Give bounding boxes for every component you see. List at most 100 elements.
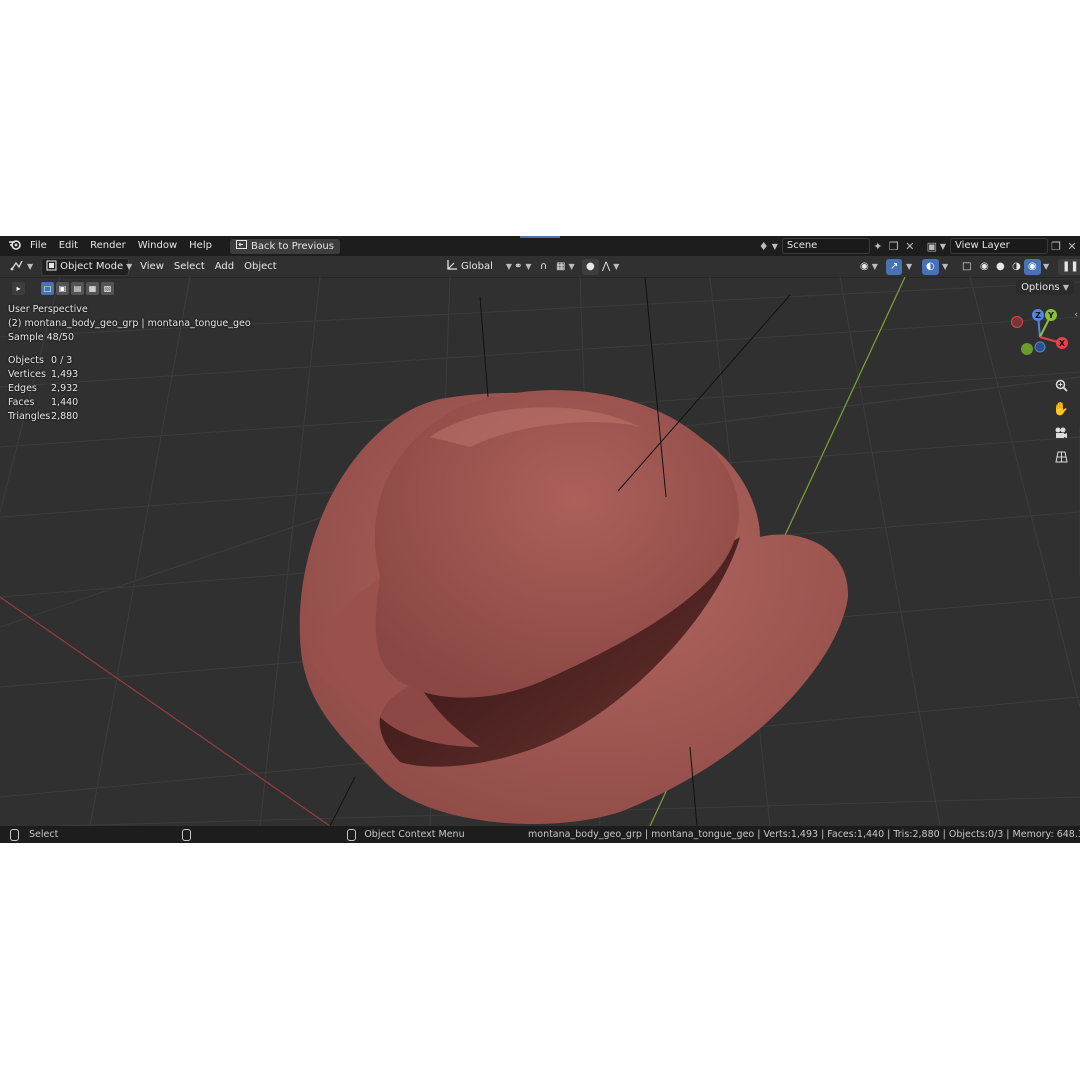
viewport-navigation: ✋ [1052,376,1070,466]
scene-icon[interactable]: ♦ [756,238,772,254]
copy-view-layer-icon[interactable]: ❐ [1048,238,1064,254]
stat-label: Faces [8,397,35,408]
back-icon [235,239,247,254]
menu-edit[interactable]: Edit [53,236,84,256]
blender-window: File Edit Render Window Help Back to Pre… [0,236,1080,843]
overlays-toggle[interactable]: ◐ [922,258,939,275]
snap-toggle[interactable]: ∩ [536,259,551,275]
x-axis-line [0,596,331,826]
pin-icon[interactable]: ✦ [870,238,886,254]
view-name: User Perspective [8,304,88,315]
solid-sphere-icon: ● [996,261,1005,272]
stat-value: 2,932 [51,383,79,394]
back-to-previous-label: Back to Previous [250,240,334,252]
mouse-middle-icon [182,828,192,841]
shading-solid-button[interactable]: ● [992,259,1009,275]
viewport-header: ▼ Object Mode ▼ View Select Add Object G… [0,256,1080,278]
rendered-sphere-icon: ◉ [1028,261,1037,272]
options-dropdown[interactable]: Options ▼ [1016,280,1074,295]
chevron-down-icon[interactable]: ▼ [942,262,948,271]
wireframe-sphere-icon: ◉ [980,261,989,272]
chevron-down-icon[interactable]: ▼ [1043,262,1049,271]
sidebar-toggle-icon[interactable]: ‹ [1074,310,1078,320]
navigation-gizmo[interactable]: Z Y X [1005,307,1075,367]
orientation-icon [446,259,458,274]
select-mode-subtract-icon[interactable]: ▤ [71,281,84,295]
shading-wireframe-button[interactable]: ◉ [976,259,993,275]
scene-field[interactable]: Scene [781,238,870,254]
menu-file[interactable]: File [24,236,53,256]
workspace-tab-indicator [520,236,560,238]
header-menu-add[interactable]: Add [210,261,239,272]
view-layer-field[interactable]: View Layer [950,238,1048,254]
material-sphere-icon: ◑ [1012,261,1021,272]
stat-row: Vertices 1,493 [8,368,78,382]
mouse-left-icon [10,828,19,841]
stat-row: Faces 1,440 [8,396,78,410]
stat-label: Objects [8,355,44,366]
chevron-down-icon[interactable]: ▼ [906,262,912,271]
stat-row: Triangles 2,880 [8,410,78,424]
snap-grid-icon: ▦ [556,261,566,272]
shading-material-button[interactable]: ◑ [1008,259,1025,275]
stat-label: Vertices [8,369,46,380]
stat-label: Triangles [8,411,51,422]
gizmo-y-label: Y [1047,311,1054,320]
select-mode-invert-icon[interactable]: ▦ [86,281,99,295]
perspective-grid-icon[interactable] [1052,448,1070,466]
stat-row: Objects 0 / 3 [8,354,78,368]
orientation-label: Global [461,261,493,272]
render-sample: Sample 48/50 [8,332,75,343]
editor-type-button[interactable]: ▼ [6,259,37,275]
status-middle-mouse [182,828,192,841]
overlays-icon: ◐ [926,261,935,272]
chevron-down-icon: ▼ [27,262,34,271]
editor-type-icon [10,259,24,274]
zoom-icon[interactable] [1052,376,1070,394]
proportional-edit-toggle[interactable]: ● [582,258,599,275]
top-right-controls: ♦ ▼ Scene ✦ ❐ ✕ ▣ ▼ View Layer ❐ ✕ [756,236,1080,256]
visibility-dropdown[interactable]: ◉ ▼ [856,259,882,275]
transform-orientation-dropdown[interactable]: Global ▼ [442,259,516,275]
gizmo-toggle[interactable]: ↗ [886,258,903,275]
select-mode-intersect-icon[interactable]: ▧ [101,281,114,295]
header-menu-view[interactable]: View [135,261,169,272]
object-mode-icon [46,260,57,274]
object-mode-dropdown[interactable]: Object Mode ▼ [41,257,132,276]
stat-value: 1,493 [51,369,79,380]
xray-toggle[interactable]: □ [958,259,975,275]
scene-statistics: Objects 0 / 3 Vertices 1,493 Edges 2,932 Fa… [8,354,78,424]
select-mode-new-icon[interactable]: □ [41,281,54,295]
proportional-edit-icon: ● [586,261,595,272]
chevron-down-icon[interactable]: ▼ [772,242,778,251]
view-layer-icon[interactable]: ▣ [924,238,940,254]
menu-help[interactable]: Help [183,236,218,256]
menu-render[interactable]: Render [84,236,132,256]
camera-icon[interactable] [1052,424,1070,442]
shading-rendered-button[interactable]: ◉ [1024,258,1041,275]
chevron-down-icon: ▼ [568,262,575,271]
close-icon[interactable]: ✕ [902,238,918,254]
blender-logo-icon[interactable] [4,239,24,253]
pause-render-button[interactable]: ❚❚ [1058,258,1080,275]
pan-hand-icon[interactable]: ✋ [1052,400,1070,418]
copy-scene-icon[interactable]: ❐ [886,238,902,254]
stat-value: 2,880 [51,411,79,422]
falloff-curve-icon: ⋀ [602,261,611,272]
status-bar: Select Object Context Menu montana_body_… [0,826,1080,843]
back-to-previous-button[interactable]: Back to Previous [229,238,340,254]
select-mode-extend-icon[interactable]: ▣ [56,281,69,295]
falloff-dropdown[interactable]: ⋀ ▼ [598,259,623,275]
chevron-down-icon: ▼ [871,262,878,271]
close-icon[interactable]: ✕ [1064,238,1080,254]
snap-target-dropdown[interactable]: ▦ ▼ [552,259,579,275]
pivot-point-dropdown[interactable]: ⚭ ▼ [510,259,536,275]
select-tool-icon[interactable]: ▸ [12,281,25,295]
menu-window[interactable]: Window [132,236,183,256]
gizmo-z-label: Z [1035,311,1041,320]
header-menu-object[interactable]: Object [239,261,282,272]
chevron-down-icon[interactable]: ▼ [940,242,946,251]
object-mode-label: Object Mode [60,261,124,272]
header-menu-select[interactable]: Select [169,261,210,272]
gizmo-x-label: X [1059,339,1066,348]
